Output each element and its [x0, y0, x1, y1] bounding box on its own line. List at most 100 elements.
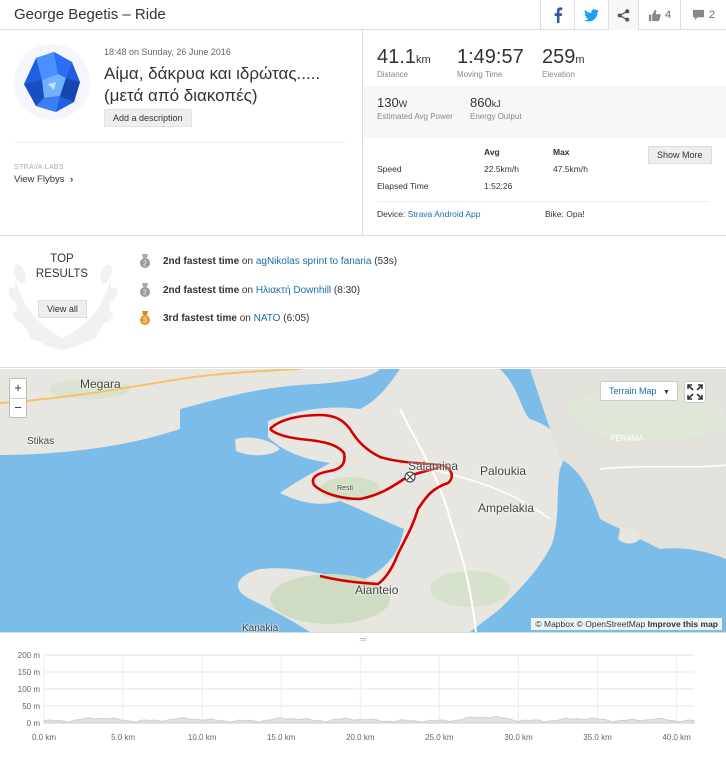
speed-avg: 22.5km/h: [484, 164, 519, 174]
achievement-rank: 3rd fastest time: [163, 312, 237, 324]
view-flybys-link[interactable]: View Flybys ›: [14, 174, 73, 185]
place-label: Megara: [80, 377, 121, 391]
x-tick-label: 0.0 km: [32, 733, 56, 742]
comments-button[interactable]: 2: [680, 0, 726, 30]
svg-text:2: 2: [143, 290, 147, 297]
view-all-results-button[interactable]: View all: [38, 300, 87, 318]
achievement-time: (53s): [374, 255, 398, 267]
top-results-title-line2: RESULTS: [35, 268, 89, 280]
thumbs-up-icon: [648, 9, 661, 21]
show-more-button[interactable]: Show More: [648, 146, 712, 164]
achievement-rank: 2nd fastest time: [163, 255, 240, 267]
max-header: Max: [553, 147, 570, 157]
place-label: Salamina: [408, 459, 459, 473]
y-tick-label: 50 m: [22, 702, 40, 711]
activity-summary: 18:48 on Sunday, 26 June 2016 Αίμα, δάκρ…: [0, 30, 726, 236]
bike-info: Bike: Opa!: [545, 209, 585, 219]
comment-icon: [692, 9, 704, 21]
place-label: Paloukia: [480, 464, 527, 478]
elevation-profile[interactable]: ═ 200 m 150 m 100 m 50 m 0 m 0.0 km 5.0 km 10.0 …: [0, 632, 726, 759]
zoom-in-button[interactable]: +: [10, 379, 26, 398]
zoom-controls: + −: [9, 378, 27, 418]
x-tick-label: 30.0 km: [504, 733, 533, 742]
kudos-button[interactable]: 4: [638, 0, 680, 30]
fullscreen-button[interactable]: [684, 381, 706, 403]
twitter-share-button[interactable]: [574, 0, 608, 30]
speed-label: Speed: [377, 164, 402, 174]
achievement-on: on: [239, 312, 251, 324]
facebook-share-button[interactable]: [540, 0, 574, 30]
power-value: 130: [377, 95, 399, 110]
improve-map-link[interactable]: Improve this map: [648, 619, 718, 629]
y-tick-label: 150 m: [18, 668, 41, 677]
activity-datetime: 18:48 on Sunday, 26 June 2016: [104, 47, 231, 57]
power-label: Estimated Avg Power: [377, 112, 453, 121]
activity-header: George Begetis – Ride 4 2: [0, 0, 726, 30]
elapsed-time-label: Elapsed Time: [377, 181, 429, 191]
route-map[interactable]: Megara Stikas Salamina Paloukia Ampelaki…: [0, 369, 726, 632]
zoom-out-button[interactable]: −: [10, 398, 26, 417]
energy-unit: kJ: [491, 99, 501, 109]
elevation-unit: m: [575, 54, 585, 66]
silver-medal-icon: 2: [140, 283, 150, 297]
resize-handle-icon[interactable]: ═: [359, 634, 367, 644]
divider: [14, 142, 346, 143]
attribution-text[interactable]: © Mapbox © OpenStreetMap: [535, 619, 645, 629]
map-type-dropdown[interactable]: Terrain Map ▼: [600, 381, 678, 401]
x-tick-label: 10.0 km: [188, 733, 217, 742]
device-info: Device: Strava Android App: [377, 209, 481, 219]
place-label: Kanakia: [242, 623, 279, 632]
speed-max: 47.5km/h: [553, 164, 588, 174]
top-results-section: TOP RESULTS View all 2 2nd fastest time …: [0, 236, 726, 368]
distance-unit: km: [415, 54, 431, 66]
segment-link[interactable]: Ηλιακτή Downhill: [256, 285, 331, 296]
top-results-title-line1: TOP: [50, 253, 74, 265]
moving-time-value: 1:49:57: [457, 46, 524, 68]
achievement-item: 2 2nd fastest time on Ηλιακτή Downhill (…: [138, 283, 360, 297]
x-tick-label: 20.0 km: [346, 733, 375, 742]
svg-text:2: 2: [143, 261, 147, 268]
device-label: Device:: [377, 209, 406, 219]
page-title: George Begetis – Ride: [14, 6, 166, 23]
device-link[interactable]: Strava Android App: [408, 209, 481, 219]
chevron-right-icon: ›: [70, 174, 74, 185]
y-tick-label: 0 m: [27, 719, 41, 728]
bike-label: Bike:: [545, 209, 564, 219]
x-tick-label: 25.0 km: [425, 733, 454, 742]
elevation-chart: ═ 200 m 150 m 100 m 50 m 0 m 0.0 km 5.0 km 10.0 …: [18, 634, 695, 742]
comment-count: 2: [708, 9, 716, 21]
divider: [377, 201, 709, 202]
share-button[interactable]: [608, 0, 638, 30]
elevation-value: 259: [542, 46, 576, 68]
svg-text:3: 3: [143, 318, 147, 325]
place-label: Aianteio: [355, 583, 399, 597]
blue-crystal-avatar-image: [14, 44, 90, 120]
kudos-count: 4: [664, 9, 672, 21]
place-label: PERAMA: [610, 434, 644, 443]
add-description-button[interactable]: Add a description: [104, 109, 192, 127]
elevation-area: [43, 716, 695, 724]
segment-link[interactable]: agNikolas sprint to fanaria: [256, 256, 372, 267]
achievement-rank: 2nd fastest time: [163, 284, 240, 296]
x-tick-label: 35.0 km: [583, 733, 612, 742]
strava-labs-label: STRAVA LABS: [14, 164, 64, 171]
activity-details: 18:48 on Sunday, 26 June 2016 Αίμα, δάκρ…: [0, 30, 362, 236]
moving-time-stat: 1:49:57 Moving Time: [457, 46, 524, 79]
x-tick-label: 40.0 km: [662, 733, 691, 742]
distance-stat: 41.1km Distance: [377, 46, 431, 79]
view-flybys-label: View Flybys: [14, 174, 65, 185]
place-label: Resti: [337, 485, 353, 492]
energy-value: 860: [470, 95, 492, 110]
achievement-item: 3 3rd fastest time on NATO (6:05): [138, 311, 309, 325]
header-actions: 4 2: [540, 0, 726, 30]
avatar[interactable]: [14, 44, 90, 120]
activity-stats: 41.1km Distance 1:49:57 Moving Time 259m…: [362, 30, 726, 236]
energy-label: Energy Output: [470, 112, 522, 121]
achievement-time: (8:30): [333, 284, 361, 296]
caret-down-icon: ▼: [663, 389, 670, 396]
elapsed-time-value: 1:52:26: [484, 181, 513, 191]
x-tick-label: 5.0 km: [111, 733, 135, 742]
moving-time-label: Moving Time: [457, 70, 503, 79]
segment-link[interactable]: NATO: [254, 313, 281, 324]
map-attribution: © Mapbox © OpenStreetMap Improve this ma…: [531, 618, 722, 630]
